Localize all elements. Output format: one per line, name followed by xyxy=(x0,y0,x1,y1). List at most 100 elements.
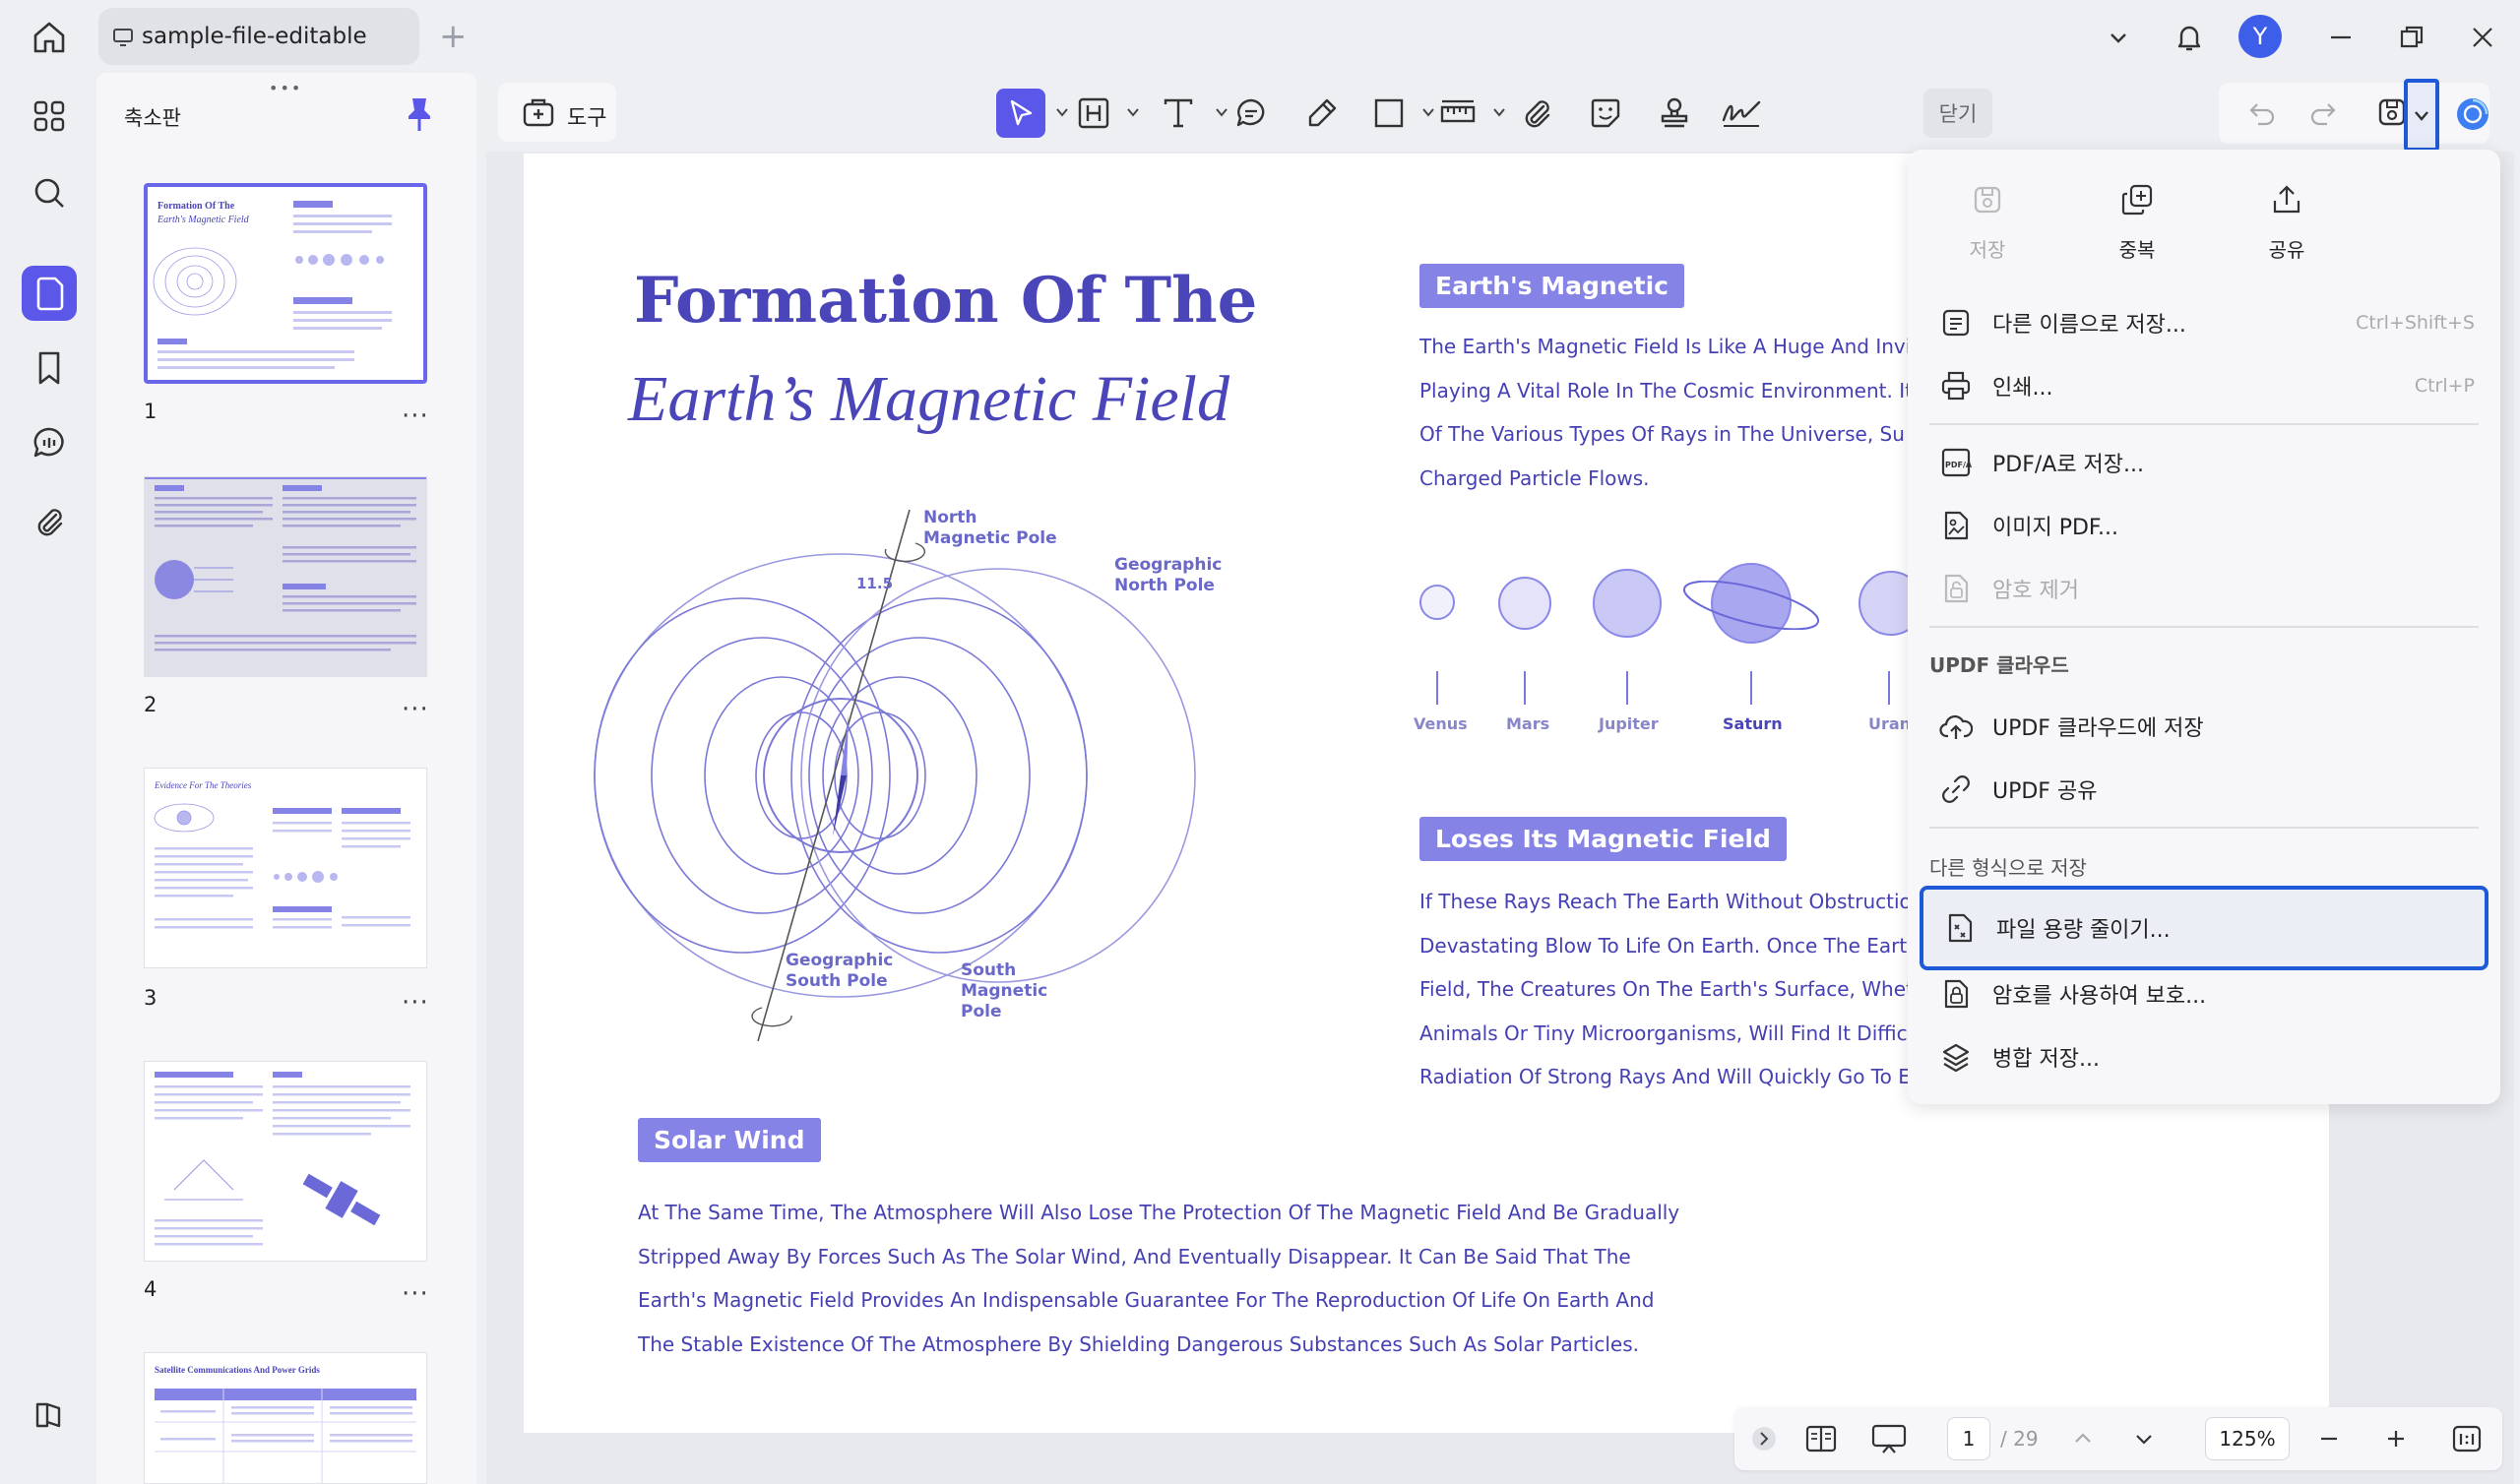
menu-save-pdfa[interactable]: PDF/A PDF/A로 저장... xyxy=(1920,431,2488,494)
presentation-icon[interactable] xyxy=(1864,1419,1914,1458)
panel-toggle-icon[interactable] xyxy=(22,1388,77,1443)
section1-line: Playing A Vital Role In The Cosmic Envir… xyxy=(1419,378,1913,402)
restore-window-icon[interactable] xyxy=(2390,16,2433,59)
signature-tool-icon[interactable] xyxy=(1717,89,1766,138)
thumbnail-number: 1 xyxy=(144,400,158,423)
attachment-icon[interactable] xyxy=(22,494,77,549)
image-pdf-icon xyxy=(1937,507,1975,544)
menu-print[interactable]: 인쇄... Ctrl+P xyxy=(1920,354,2488,417)
planet-marker xyxy=(1626,671,1628,705)
page-layout-icon[interactable] xyxy=(1799,1419,1843,1458)
protect-icon xyxy=(1937,975,1975,1013)
pin-icon[interactable] xyxy=(404,94,435,134)
north-magnetic-pole-label: North Magnetic Pole xyxy=(923,508,1057,549)
comment-icon[interactable] xyxy=(22,415,77,470)
menu-image-pdf[interactable]: 이미지 PDF... xyxy=(1920,494,2488,557)
minimize-icon[interactable] xyxy=(2319,16,2362,59)
geographic-north-line2: North Pole xyxy=(1114,576,1215,595)
text-tool-icon[interactable] xyxy=(1154,89,1203,138)
menu-share-button[interactable]: 공유 xyxy=(2233,183,2341,263)
search-icon[interactable] xyxy=(22,165,77,220)
comment-tool-icon[interactable] xyxy=(1227,89,1276,138)
document-tab[interactable]: sample-file-editable xyxy=(98,8,419,65)
section3-line: Earth's Magnetic Field Provides An Indis… xyxy=(638,1288,1655,1312)
zoom-out-icon[interactable] xyxy=(2311,1419,2347,1458)
avatar[interactable]: Y xyxy=(2238,15,2282,58)
thumbnail-number: 3 xyxy=(144,986,158,1010)
planet-label-venus: Venus xyxy=(1414,714,1468,733)
panel-grip[interactable]: ••• xyxy=(269,79,302,97)
section3-line: The Stable Existence Of The Atmosphere B… xyxy=(638,1331,1640,1356)
cloud-upload-icon xyxy=(1937,708,1975,745)
menu-updf-share-label: UPDF 공유 xyxy=(1992,779,2098,804)
page-thumbnail-4[interactable] xyxy=(144,1061,427,1262)
menu-flatten-save[interactable]: 병합 저장... xyxy=(1920,1025,2488,1088)
stamp-tool-icon[interactable] xyxy=(1650,89,1699,138)
redo-icon[interactable] xyxy=(2309,100,2337,130)
chevron-down-icon[interactable] xyxy=(1055,104,1069,118)
menu-image-pdf-label: 이미지 PDF... xyxy=(1992,516,2119,540)
geographic-north-line1: Geographic xyxy=(1114,555,1223,575)
undo-icon[interactable] xyxy=(2248,100,2276,130)
menu-save-to-cloud[interactable]: UPDF 클라우드에 저장 xyxy=(1920,695,2488,758)
menu-protect-password[interactable]: 암호를 사용하여 보호... xyxy=(1920,962,2488,1025)
expand-arrow-icon[interactable] xyxy=(1748,1419,1780,1458)
page-total: / 29 xyxy=(2000,1427,2039,1451)
attach-tool-icon[interactable] xyxy=(1512,89,1561,138)
home-icon[interactable] xyxy=(30,18,69,57)
bookmark-icon[interactable] xyxy=(22,340,77,396)
thumb1-subheading: Earth's Magnetic Field xyxy=(157,215,250,225)
shape-tool-icon[interactable] xyxy=(1364,89,1414,138)
chevron-down-icon[interactable] xyxy=(1126,104,1140,118)
planet-marker xyxy=(1524,671,1526,705)
ai-assistant-icon[interactable] xyxy=(2455,96,2490,136)
menu-updf-share[interactable]: UPDF 공유 xyxy=(1920,758,2488,821)
thumbnail-more-button[interactable]: ··· xyxy=(402,403,429,429)
menu-duplicate-label: 중복 xyxy=(2118,238,2156,262)
duplicate-icon xyxy=(2121,184,2153,216)
share-icon xyxy=(2273,185,2300,214)
actual-size-icon[interactable] xyxy=(2447,1419,2487,1458)
sticker-tool-icon[interactable] xyxy=(1581,89,1630,138)
chevron-down-icon[interactable] xyxy=(1492,104,1506,118)
menu-duplicate-button[interactable]: 중복 xyxy=(2083,183,2191,263)
page-thumbnail-5[interactable]: Satellite Communications And Power Grids xyxy=(144,1352,427,1484)
pages-icon[interactable] xyxy=(22,266,77,321)
south-magnetic-line1: South xyxy=(961,960,1017,980)
page-thumbnail-2[interactable] xyxy=(144,476,427,677)
save-options-menu: 저장 중복 공유 다른 이름으로 저장... Ctrl+Shift+S 인쇄..… xyxy=(1908,150,2500,1104)
notification-bell-icon[interactable] xyxy=(2168,16,2211,59)
previous-page-icon[interactable] xyxy=(2065,1419,2101,1458)
next-page-icon[interactable] xyxy=(2126,1419,2162,1458)
thumbnail-more-button[interactable]: ··· xyxy=(402,697,429,722)
planet-marker xyxy=(1436,671,1438,705)
close-editing-button[interactable]: 닫기 xyxy=(1923,89,1992,138)
section2-line: If These Rays Reach The Earth Without Ob… xyxy=(1419,890,1912,913)
tools-button[interactable]: 도구 xyxy=(498,83,616,142)
menu-save-as[interactable]: 다른 이름으로 저장... Ctrl+Shift+S xyxy=(1920,291,2488,354)
save-options-dropdown-button[interactable] xyxy=(2404,79,2439,152)
measure-tool-icon[interactable] xyxy=(1433,89,1482,138)
section-tag-solar-wind: Solar Wind xyxy=(638,1118,821,1162)
thumbnail-more-button[interactable]: ··· xyxy=(402,990,429,1016)
print-icon xyxy=(1937,367,1975,404)
new-tab-button[interactable]: + xyxy=(439,20,468,53)
link-icon xyxy=(1937,771,1975,808)
remove-password-icon xyxy=(1937,570,1975,607)
zoom-in-icon[interactable] xyxy=(2378,1419,2414,1458)
page-thumbnail-1[interactable]: Formation Of The Earth's Magnetic Field xyxy=(144,183,427,384)
highlight-tool-icon[interactable] xyxy=(1069,89,1118,138)
menu-reduce-file-size[interactable]: 파일 용량 줄이기... xyxy=(1920,886,2488,970)
thumbnail-more-button[interactable]: ··· xyxy=(402,1281,429,1307)
zoom-level[interactable]: 125% xyxy=(2205,1417,2290,1460)
select-tool-icon[interactable] xyxy=(996,89,1045,138)
page-number-input[interactable]: 1 xyxy=(1947,1417,1990,1460)
toolbar-right-group xyxy=(2219,83,2489,144)
page-thumbnail-3[interactable]: Evidence For The Theories xyxy=(144,768,427,968)
tabs-dropdown-icon[interactable] xyxy=(2097,16,2140,59)
status-bar: 1 / 29 125% xyxy=(1734,1407,2502,1470)
pen-tool-icon[interactable] xyxy=(1297,89,1347,138)
planet-label-mars: Mars xyxy=(1506,714,1550,733)
thumbnails-grid-icon[interactable] xyxy=(22,89,77,144)
close-window-icon[interactable] xyxy=(2461,16,2504,59)
